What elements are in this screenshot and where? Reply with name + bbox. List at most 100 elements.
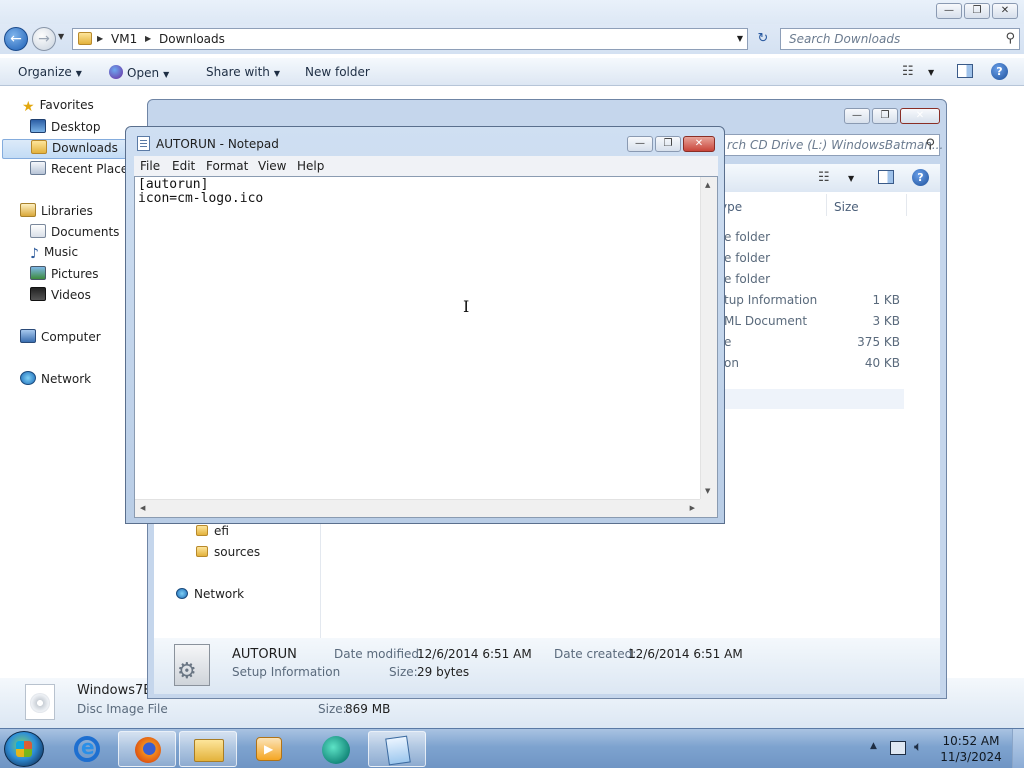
breadcrumb-separator-icon: ▶	[97, 34, 104, 43]
details-size-value: 29 bytes	[417, 665, 470, 679]
search-downloads[interactable]: ⚲	[780, 28, 1020, 50]
taskbar-notepad[interactable]	[368, 731, 426, 767]
close-button[interactable]: ✕	[992, 3, 1018, 19]
help-icon[interactable]: ?	[912, 169, 929, 186]
taskbar-media-player[interactable]	[240, 731, 298, 767]
tree-item-network[interactable]: Network	[176, 587, 244, 601]
vertical-scrollbar[interactable]: ▲ ▼	[700, 177, 717, 499]
column-divider[interactable]	[906, 194, 907, 216]
nav-libraries[interactable]: Libraries	[20, 203, 93, 223]
nav-music[interactable]: ♪ Music	[30, 245, 78, 265]
change-view-icon[interactable]: ☷	[902, 64, 914, 79]
folder-icon	[196, 546, 208, 557]
horizontal-scrollbar[interactable]: ◀ ▶	[135, 499, 700, 517]
close-button[interactable]: ✕	[900, 108, 940, 124]
maximize-button[interactable]: ❐	[655, 136, 681, 152]
notepad-text-area[interactable]: [autorun] icon=cm-logo.ico ▲ ▼ ◀ ▶	[134, 176, 718, 518]
cd-search-placeholder: rch CD Drive (L:) WindowsBatman...	[727, 138, 944, 152]
help-icon[interactable]: ?	[991, 63, 1008, 80]
file-size: 3 KB	[872, 314, 900, 328]
notepad-icon[interactable]	[137, 136, 150, 151]
nav-label: Videos	[51, 288, 91, 302]
taskbar-windows-explorer[interactable]	[179, 731, 237, 767]
clock-date[interactable]: 11/3/2024	[936, 750, 1006, 764]
tree-item-sources[interactable]: sources	[196, 545, 260, 559]
search-icon[interactable]: ⚲	[925, 137, 935, 152]
nav-computer[interactable]: Computer	[20, 329, 101, 349]
nav-label: Documents	[51, 225, 120, 239]
history-dropdown-icon[interactable]: ▼	[58, 32, 64, 41]
cd-details-pane: AUTORUN Setup Information Date modified:…	[154, 638, 940, 694]
start-button[interactable]	[4, 731, 44, 767]
scrollbar-corner	[700, 499, 717, 517]
taskbar-green-app[interactable]	[306, 731, 364, 767]
details-filetype: Setup Information	[232, 665, 341, 679]
minimize-button[interactable]: —	[844, 108, 870, 124]
cd-search-box[interactable]: rch CD Drive (L:) WindowsBatman... ⚲	[722, 134, 944, 156]
preview-pane-icon[interactable]	[957, 64, 973, 78]
breadcrumb-downloads[interactable]: Downloads	[159, 32, 225, 46]
menu-file[interactable]: File	[140, 159, 160, 173]
column-divider[interactable]	[826, 194, 827, 216]
nav-favorites[interactable]: ★ Favorites	[22, 98, 94, 118]
tree-label: sources	[214, 545, 261, 559]
chevron-down-icon[interactable]: ▼	[928, 68, 934, 77]
forward-button[interactable]: →	[32, 27, 56, 51]
scroll-right-icon[interactable]: ▶	[690, 504, 695, 512]
search-input[interactable]	[789, 32, 989, 46]
change-view-icon[interactable]: ☷	[818, 170, 830, 185]
share-with-button[interactable]: Share with ▼	[206, 65, 280, 79]
file-type: on	[724, 356, 739, 370]
nav-videos[interactable]: Videos	[30, 287, 91, 307]
chevron-down-icon[interactable]: ▼	[848, 174, 854, 183]
nav-label: Computer	[41, 330, 101, 344]
maximize-button[interactable]: ❐	[964, 3, 990, 19]
menu-view[interactable]: View	[258, 159, 286, 173]
menu-edit[interactable]: Edit	[172, 159, 195, 173]
volume-icon[interactable]: 🔈︎	[914, 739, 922, 755]
refresh-icon[interactable]: ↻	[752, 29, 774, 49]
new-folder-button[interactable]: New folder	[305, 65, 370, 79]
taskbar-firefox[interactable]	[118, 731, 176, 767]
tree-item-efi[interactable]: efi	[196, 524, 229, 538]
selected-row-highlight[interactable]	[714, 389, 904, 409]
scroll-up-icon[interactable]: ▲	[705, 181, 710, 189]
nav-network[interactable]: Network	[20, 371, 91, 391]
nav-documents[interactable]: Documents	[30, 224, 119, 244]
address-bar[interactable]: ▶ VM1 ▶ Downloads ▼	[72, 28, 748, 50]
minimize-button[interactable]: —	[936, 3, 962, 19]
scroll-left-icon[interactable]: ◀	[140, 504, 145, 512]
pictures-icon	[30, 266, 46, 280]
column-header-size[interactable]: Size	[834, 200, 859, 214]
address-dropdown-icon[interactable]: ▼	[737, 34, 743, 43]
nav-desktop[interactable]: Desktop	[30, 119, 101, 139]
maximize-button[interactable]: ❐	[872, 108, 898, 124]
show-desktop-button[interactable]	[1012, 729, 1024, 768]
disc-image-icon	[25, 684, 55, 720]
taskbar-internet-explorer[interactable]	[58, 731, 116, 767]
show-hidden-icons-icon[interactable]: ▲	[870, 741, 877, 751]
breadcrumb-vm1[interactable]: VM1	[111, 32, 137, 46]
internet-explorer-icon	[74, 735, 100, 762]
breadcrumb-separator-icon: ▶	[145, 34, 152, 43]
notepad-content[interactable]: [autorun] icon=cm-logo.ico	[138, 178, 263, 206]
scroll-down-icon[interactable]: ▼	[705, 487, 710, 495]
notepad-window-controls: — ❐ ✕	[627, 136, 715, 152]
file-type: e folder	[724, 230, 771, 244]
nav-pictures[interactable]: Pictures	[30, 266, 99, 286]
search-icon[interactable]: ⚲	[1005, 31, 1015, 46]
clock-time[interactable]: 10:52 AM	[936, 734, 1006, 748]
network-tray-icon[interactable]	[890, 741, 906, 755]
preview-pane-icon[interactable]	[878, 170, 894, 184]
chevron-down-icon: ▼	[273, 69, 281, 78]
nav-recent-places[interactable]: Recent Places	[30, 161, 134, 181]
organize-button[interactable]: Organize ▼	[18, 65, 82, 79]
back-button[interactable]: ←	[4, 27, 28, 51]
menu-format[interactable]: Format	[206, 159, 248, 173]
details-created-label: Date created:	[554, 647, 637, 661]
menu-help[interactable]: Help	[297, 159, 324, 173]
close-button[interactable]: ✕	[683, 136, 715, 152]
minimize-button[interactable]: —	[627, 136, 653, 152]
open-button[interactable]: Open ▼	[109, 65, 169, 80]
organize-label: Organize	[18, 65, 72, 79]
